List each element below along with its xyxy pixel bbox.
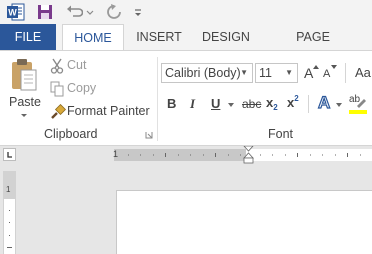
- vertical-ruler-number: 1: [6, 185, 11, 194]
- copy-icon: [50, 81, 64, 97]
- paste-label: Paste: [9, 95, 41, 109]
- grow-font-button[interactable]: A: [303, 63, 319, 83]
- shrink-arrow-icon: [331, 65, 337, 69]
- shrink-font-button[interactable]: A: [322, 63, 338, 83]
- font-name-dropdown[interactable]: Calibri (Body) ▼: [161, 63, 253, 83]
- chevron-down-icon[interactable]: [86, 3, 94, 21]
- paste-dropdown-icon[interactable]: [20, 113, 28, 119]
- superscript-button[interactable]: x2: [287, 94, 299, 110]
- copy-label: Copy: [67, 81, 97, 95]
- underline-dropdown-icon[interactable]: [228, 103, 234, 107]
- change-case-button[interactable]: Aa: [355, 65, 371, 80]
- vertical-ruler-ticks: [7, 210, 12, 248]
- tab-selector[interactable]: [3, 148, 16, 161]
- strikethrough-button[interactable]: abc: [242, 97, 261, 111]
- copy-button[interactable]: Copy: [48, 80, 108, 98]
- tab-home[interactable]: HOME: [62, 24, 124, 50]
- highlight-button[interactable]: ab: [349, 94, 369, 116]
- customize-qat-icon[interactable]: [133, 3, 143, 21]
- tab-design[interactable]: DESIGN: [200, 24, 252, 50]
- indent-marker-icon[interactable]: [243, 146, 254, 164]
- subscript-mark: 2: [273, 103, 278, 112]
- font-divider: [345, 63, 346, 83]
- vertical-ruler[interactable]: 1: [3, 171, 16, 254]
- chevron-down-icon: ▼: [240, 68, 248, 77]
- document-page[interactable]: [116, 190, 372, 254]
- redo-icon[interactable]: [105, 3, 123, 21]
- text-effects-button[interactable]: A: [317, 92, 331, 113]
- svg-text:W: W: [8, 8, 17, 18]
- font-divider-2: [308, 95, 309, 113]
- cut-button[interactable]: Cut: [48, 57, 108, 75]
- cut-label: Cut: [67, 58, 87, 72]
- font-name-value: Calibri (Body): [165, 66, 241, 80]
- format-painter-icon: [51, 104, 66, 119]
- chevron-down-icon: ▼: [285, 68, 293, 77]
- word-app-icon[interactable]: W: [6, 3, 26, 21]
- grow-arrow-icon: [313, 65, 319, 69]
- undo-icon[interactable]: [65, 3, 83, 21]
- tab-file[interactable]: FILE: [0, 24, 56, 50]
- format-painter-button[interactable]: Format Painter: [48, 103, 152, 121]
- italic-button[interactable]: I: [190, 96, 195, 112]
- font-group-label: Font: [268, 127, 294, 141]
- grow-font-label: A: [304, 65, 314, 81]
- bold-button[interactable]: B: [167, 96, 176, 111]
- highlight-color-swatch: [349, 110, 367, 114]
- subscript-button[interactable]: x2: [266, 95, 278, 112]
- cut-icon: [50, 58, 64, 74]
- ribbon-home: Paste Cut Copy Format Painter Clipboard …: [0, 50, 372, 146]
- ribbon-tabs: FILE HOME INSERT DESIGN PAGE LAYOUT: [0, 24, 372, 71]
- font-size-dropdown[interactable]: 11 ▼: [255, 63, 298, 83]
- clipboard-dialog-launcher-icon[interactable]: [145, 131, 153, 139]
- quick-access-toolbar: W: [0, 0, 372, 24]
- underline-button[interactable]: U: [211, 96, 220, 111]
- highlighter-icon: [357, 99, 366, 108]
- superscript-mark: 2: [294, 94, 299, 103]
- shrink-font-label: A: [323, 68, 331, 80]
- horizontal-ruler[interactable]: 1: [0, 146, 372, 164]
- tab-page-layout[interactable]: PAGE LAYOUT: [270, 24, 356, 71]
- format-painter-label: Format Painter: [67, 104, 150, 118]
- save-icon[interactable]: [37, 3, 53, 21]
- clipboard-group-label: Clipboard: [44, 127, 98, 141]
- paste-icon: [12, 59, 37, 91]
- tab-insert[interactable]: INSERT: [134, 24, 184, 50]
- paste-button[interactable]: Paste: [4, 55, 42, 125]
- group-divider: [157, 57, 158, 141]
- font-size-value: 11: [259, 66, 272, 80]
- left-tab-icon: [7, 152, 12, 158]
- text-effects-dropdown-icon[interactable]: [336, 103, 342, 107]
